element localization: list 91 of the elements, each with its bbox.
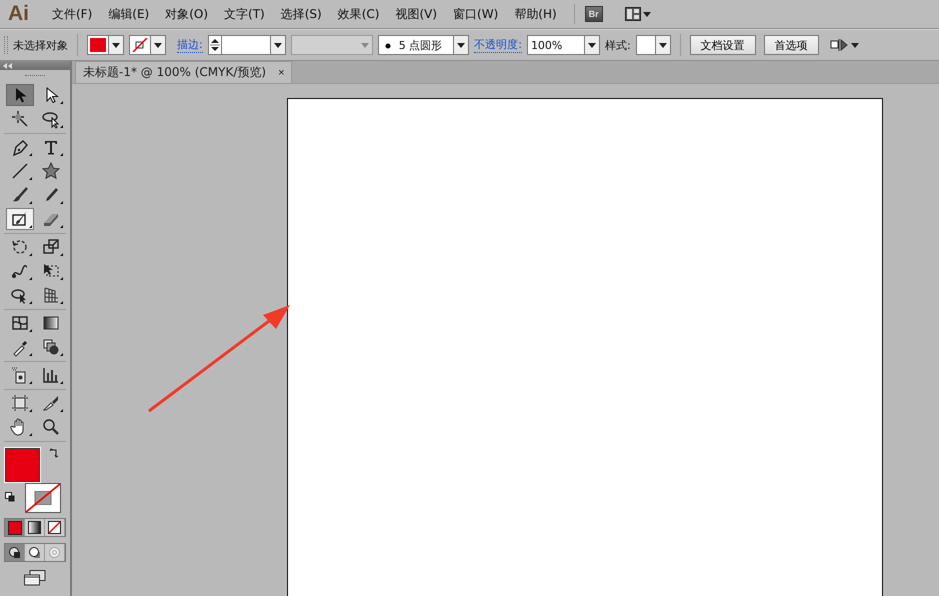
opacity-field[interactable]: 100% <box>526 35 600 55</box>
flyout-triangle-icon <box>60 409 62 412</box>
dropdown-arrow-icon <box>112 42 120 48</box>
star-icon <box>40 161 60 181</box>
flyout-triangle-icon <box>60 253 62 256</box>
spinner-icon <box>208 37 221 53</box>
close-tab-button[interactable]: × <box>278 66 284 78</box>
toolbar-button[interactable]: 首选项 <box>764 35 819 55</box>
tool-button[interactable] <box>6 208 34 230</box>
stroke-link[interactable]: 描边: <box>177 37 203 53</box>
flyout-triangle-icon <box>28 381 32 384</box>
menu-item[interactable]: 效果(C) <box>332 4 384 24</box>
document-title: 未标题-1* @ 100% (CMYK/预览) <box>83 64 266 81</box>
flyout-triangle-icon <box>28 201 32 204</box>
align-options[interactable] <box>830 37 859 53</box>
flyout-triangle-icon <box>60 381 62 384</box>
flyout-triangle-icon <box>28 409 32 412</box>
toolbar-button[interactable]: 文档设置 <box>690 35 756 55</box>
flyout-triangle-icon <box>28 177 32 180</box>
draw-behind-icon <box>28 546 41 559</box>
app-logo: Ai <box>8 2 29 26</box>
align-icon <box>830 37 848 53</box>
selection-status: 未选择对象 <box>13 38 68 52</box>
dropdown-arrow-icon <box>274 42 282 48</box>
flyout-triangle-icon <box>60 277 62 280</box>
magic-wand-icon <box>10 109 30 129</box>
flyout-triangle-icon <box>28 225 32 228</box>
flyout-triangle-icon <box>60 225 62 228</box>
style-label: 样式: <box>604 38 631 52</box>
menu-item[interactable]: 帮助(H) <box>509 4 562 24</box>
opacity-value: 100% <box>530 38 564 52</box>
flyout-triangle-icon <box>28 277 32 280</box>
flyout-triangle-icon <box>28 353 32 356</box>
flyout-triangle-icon <box>60 353 62 356</box>
brush-dropdown[interactable]: 5 点圆形 <box>378 35 470 55</box>
menu-item[interactable]: 编辑(E) <box>103 4 154 24</box>
fill-swatch[interactable] <box>5 448 40 482</box>
column-graph-icon <box>40 365 60 385</box>
dropdown-arrow-icon <box>850 42 859 48</box>
color-mode-button[interactable] <box>25 519 45 536</box>
swap-arrow-icon[interactable] <box>49 448 59 458</box>
zoom-icon <box>40 417 60 437</box>
menu-item[interactable]: 视图(V) <box>390 4 442 24</box>
menu-item[interactable]: 对象(O) <box>160 4 214 24</box>
menu-item[interactable]: 窗口(W) <box>448 4 504 24</box>
flyout-triangle-icon <box>28 329 32 332</box>
flyout-triangle-icon <box>60 201 62 204</box>
stroke-weight-field[interactable] <box>208 35 286 55</box>
no-stroke-swatch-icon <box>132 38 148 52</box>
fill-color-picker[interactable] <box>87 35 124 55</box>
flyout-triangle-icon <box>60 101 62 104</box>
document-tab[interactable]: 未标题-1* @ 100% (CMYK/预览) × <box>75 61 292 83</box>
layout-icon <box>624 7 641 21</box>
color-mode-button[interactable] <box>5 519 25 536</box>
dropdown-arrow-icon <box>154 42 162 48</box>
no-stroke-icon <box>26 484 60 512</box>
dropdown-arrow-icon <box>642 12 651 16</box>
flyout-triangle-icon <box>28 253 32 256</box>
draw-inside-icon <box>48 546 61 559</box>
stroke-color-picker[interactable] <box>129 35 166 55</box>
dropdown-arrow-icon <box>360 42 369 48</box>
flyout-triangle-icon <box>28 433 32 436</box>
flyout-triangle-icon <box>60 301 62 304</box>
draw-mode-button[interactable] <box>25 544 45 561</box>
gradient-icon <box>28 521 41 534</box>
flyout-triangle-icon <box>60 153 62 156</box>
round-brush-dot-icon <box>384 42 391 48</box>
brush-name: 5 点圆形 <box>398 38 442 52</box>
color-swatch-icon <box>8 520 22 534</box>
screen-mode-icon[interactable] <box>24 570 46 586</box>
flyout-triangle-icon <box>28 153 32 156</box>
default-colors-icon[interactable] <box>5 492 15 502</box>
opacity-link[interactable]: 不透明度: <box>474 37 522 53</box>
dropdown-arrow-icon <box>457 42 466 48</box>
draw-mode-button[interactable] <box>5 544 25 561</box>
menu-item[interactable]: 选择(S) <box>276 4 327 24</box>
flyout-triangle-icon <box>60 125 62 128</box>
style-picker[interactable] <box>636 35 671 55</box>
menu-item[interactable]: 文件(F) <box>47 4 98 24</box>
workspace-switcher[interactable] <box>624 7 651 21</box>
dropdown-arrow-icon <box>658 42 667 48</box>
artboard-icon <box>10 393 30 413</box>
flyout-triangle-icon <box>28 301 32 304</box>
color-mode-button[interactable] <box>45 519 65 536</box>
blend-shapes-icon <box>40 337 60 357</box>
bridge-button[interactable]: Br <box>584 6 603 22</box>
none-icon <box>48 521 61 534</box>
stroke-none-swatch[interactable] <box>25 483 61 513</box>
menu-item[interactable]: 文字(T) <box>219 4 270 24</box>
dropdown-arrow-icon <box>588 42 596 48</box>
draw-normal-icon <box>8 546 21 559</box>
